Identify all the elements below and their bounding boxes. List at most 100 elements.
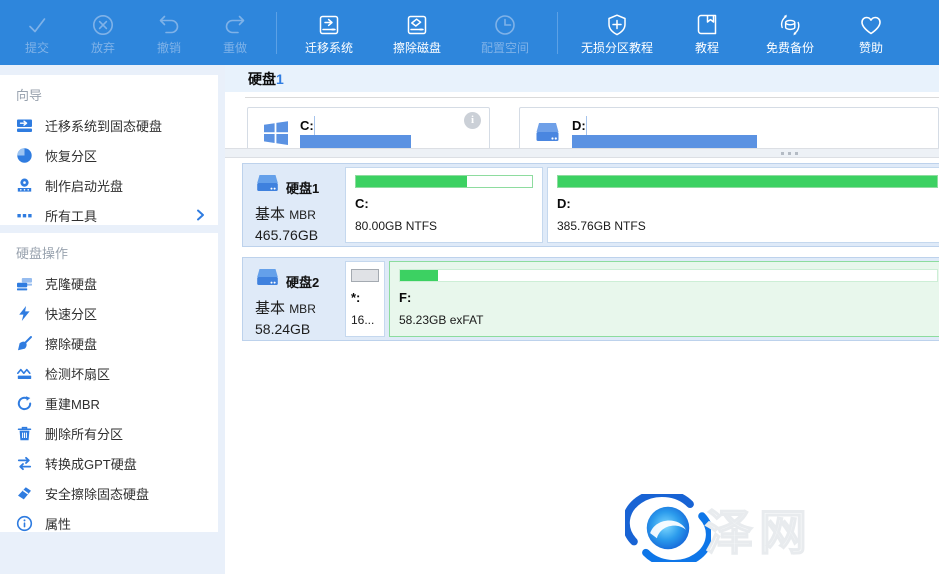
partition-block-d[interactable]: D: 385.76GB NTFS <box>547 167 939 243</box>
migrate-os-button[interactable]: 迁移系统 <box>285 4 373 62</box>
partition-label: F: <box>399 290 938 305</box>
toolbar-button-label: 撤销 <box>157 42 181 55</box>
main-panel: 硬盘1 C: i D: <box>225 65 939 574</box>
sidebar-item-label: 属性 <box>45 514 71 533</box>
windows-logo-icon <box>262 119 292 148</box>
recover-partition-icon <box>16 147 33 164</box>
sidebar-item-rebuild-mbr[interactable]: 重建MBR <box>0 388 218 418</box>
partition-label: *: <box>351 290 379 305</box>
toolbar: 提交 放弃 撤销 重做 迁移系统 擦除磁盘 配置空间 无损分区教程 教程 免费备… <box>0 0 939 65</box>
free-backup-button[interactable]: 免费备份 <box>746 4 834 62</box>
bootable-media-icon <box>16 177 33 194</box>
sidebar-item-label: 迁移系统到固态硬盘 <box>45 116 162 135</box>
disk-scheme: MBR <box>289 208 316 222</box>
disk-info[interactable]: 硬盘1 基本 MBR 465.76GB <box>245 166 345 244</box>
sidebar-item-quick-partition[interactable]: 快速分区 <box>0 298 218 328</box>
tab-disk1-number: 1 <box>276 71 284 87</box>
submit-button[interactable]: 提交 <box>4 4 70 62</box>
hard-disk-icon <box>255 174 280 200</box>
sidebar-item-wipe-hard-drive[interactable]: 擦除硬盘 <box>0 328 218 358</box>
sidebar-item-migrate-os-to-ssd[interactable]: 迁移系统到固态硬盘 <box>0 110 218 140</box>
sidebar-item-make-bootable-media[interactable]: 制作启动光盘 <box>0 170 218 200</box>
properties-icon <box>16 515 33 532</box>
undo-icon <box>156 12 182 38</box>
partition-usage-bar <box>557 175 938 188</box>
toolbar-button-label: 配置空间 <box>481 42 529 55</box>
partition-block-unformatted[interactable]: *: 16... <box>345 261 385 337</box>
splitter-handle-icon <box>781 152 798 155</box>
disk-type: 基本 MBR <box>255 297 345 318</box>
volume-usage-bar <box>300 116 479 148</box>
sidebar-item-clone-disk[interactable]: 克隆硬盘 <box>0 268 218 298</box>
sidebar-item-delete-all-partitions[interactable]: 删除所有分区 <box>0 418 218 448</box>
sidebar-item-convert-to-gpt[interactable]: 转换成GPT硬盘 <box>0 448 218 478</box>
chevron-right-icon <box>194 208 206 222</box>
sidebar-item-secure-erase-ssd[interactable]: 安全擦除固态硬盘 <box>0 478 218 508</box>
partition-usage-bar <box>351 269 379 282</box>
backup-icon <box>777 12 803 38</box>
toolbar-button-label: 重做 <box>223 42 247 55</box>
sidebar-item-label: 快速分区 <box>45 304 97 323</box>
sidebar-section-title: 硬盘操作 <box>0 233 218 268</box>
rebuild-mbr-icon <box>16 395 33 412</box>
delete-partitions-icon <box>16 425 33 442</box>
quick-partition-icon <box>16 305 33 322</box>
volume-card-d[interactable]: D: <box>519 107 939 148</box>
partition-label: D: <box>557 196 938 211</box>
sidebar-item-check-bad-sectors[interactable]: 检测坏扇区 <box>0 358 218 388</box>
all-tools-icon <box>16 207 33 224</box>
partition-tutorial-button[interactable]: 无损分区教程 <box>566 4 668 62</box>
wipe-disk-button[interactable]: 擦除磁盘 <box>373 4 461 62</box>
disk-tab-strip: 硬盘1 <box>225 65 939 92</box>
tab-disk1-prefix: 硬盘 <box>248 71 276 87</box>
cancel-circle-icon <box>90 12 116 38</box>
disk-list: 硬盘1 基本 MBR 465.76GB C: 80.00GB NTFS D: 3… <box>242 163 939 341</box>
sidebar-item-recover-partition[interactable]: 恢复分区 <box>0 140 218 170</box>
disk-size: 58.24GB <box>255 321 345 337</box>
check-icon <box>24 12 50 38</box>
watermark-text: 泽网 <box>705 493 813 563</box>
shield-plus-icon <box>604 12 630 38</box>
sidebar-item-label: 制作启动光盘 <box>45 176 123 195</box>
discard-button[interactable]: 放弃 <box>70 4 136 62</box>
panel-splitter[interactable] <box>225 148 939 158</box>
partition-detail: 385.76GB NTFS <box>557 219 938 233</box>
disk-style: 基本 <box>255 206 285 223</box>
partition-block-c[interactable]: C: 80.00GB NTFS <box>345 167 543 243</box>
sidebar-item-label: 检测坏扇区 <box>45 364 110 383</box>
toolbar-button-label: 擦除磁盘 <box>393 42 441 55</box>
secure-erase-icon <box>16 485 33 502</box>
sidebar: 向导 迁移系统到固态硬盘 恢复分区 制作启动光盘 所有工具 硬盘操作 克隆硬盘 … <box>0 65 225 574</box>
tab-disk1[interactable]: 硬盘1 <box>248 69 284 89</box>
disk-size: 465.76GB <box>255 227 345 243</box>
bad-sector-icon <box>16 365 33 382</box>
watermark-logo-icon <box>625 494 711 562</box>
clone-disk-icon <box>16 275 33 292</box>
disk-name: 硬盘2 <box>286 272 319 291</box>
tutorial-button[interactable]: 教程 <box>668 4 746 62</box>
watermark: 泽网 <box>625 493 813 563</box>
redo-icon <box>222 12 248 38</box>
sidebar-section-wizards: 向导 迁移系统到固态硬盘 恢复分区 制作启动光盘 所有工具 <box>0 75 218 225</box>
convert-gpt-icon <box>16 455 33 472</box>
redo-button[interactable]: 重做 <box>202 4 268 62</box>
sidebar-item-all-tools[interactable]: 所有工具 <box>0 200 218 230</box>
disk-name: 硬盘1 <box>286 178 319 197</box>
sidebar-section-disk-operations: 硬盘操作 克隆硬盘 快速分区 擦除硬盘 检测坏扇区 重建MBR 删除所有分区 <box>0 233 218 532</box>
migrate-disk-icon <box>316 12 342 38</box>
toolbar-button-label: 放弃 <box>91 42 115 55</box>
donate-button[interactable]: 赞助 <box>834 4 908 62</box>
partition-label: C: <box>355 196 533 211</box>
toolbar-separator <box>557 12 558 54</box>
disk-info[interactable]: 硬盘2 基本 MBR 58.24GB <box>245 260 345 338</box>
volume-card-c[interactable]: C: i <box>247 107 490 148</box>
info-icon[interactable]: i <box>464 112 481 129</box>
undo-button[interactable]: 撤销 <box>136 4 202 62</box>
partition-block-f[interactable]: F: 58.23GB exFAT <box>389 261 939 337</box>
sidebar-item-label: 转换成GPT硬盘 <box>45 454 137 473</box>
toolbar-button-label: 教程 <box>695 42 719 55</box>
disk-scheme: MBR <box>289 302 316 316</box>
wipe-hdd-icon <box>16 335 33 352</box>
sidebar-item-properties[interactable]: 属性 <box>0 508 218 538</box>
allocate-space-button[interactable]: 配置空间 <box>461 4 549 62</box>
